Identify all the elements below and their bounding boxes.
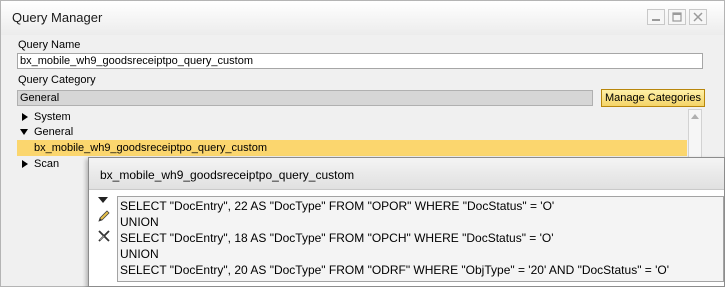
minimize-button[interactable] <box>647 9 665 25</box>
tree-item-label: System <box>34 111 71 123</box>
sql-line: UNION <box>120 215 159 229</box>
collapsed-arrow-icon[interactable] <box>21 113 29 121</box>
tree-item-label: bx_mobile_wh9_goodsreceiptpo_query_custo… <box>34 142 267 154</box>
tree-item-system[interactable]: System <box>17 109 687 125</box>
query-name-input[interactable]: bx_mobile_wh9_goodsreceiptpo_query_custo… <box>17 53 703 69</box>
expand-arrow-icon[interactable] <box>98 197 108 204</box>
sql-line: SELECT "DocEntry", 18 AS "DocType" FROM … <box>120 231 554 245</box>
maximize-button[interactable] <box>668 9 686 25</box>
title-bar: Query Manager <box>1 1 724 35</box>
maximize-icon <box>672 12 682 22</box>
popup-header: bx_mobile_wh9_goodsreceiptpo_query_custo… <box>89 158 724 190</box>
popup-title: bx_mobile_wh9_goodsreceiptpo_query_custo… <box>100 168 355 182</box>
tree-item-label: General <box>34 126 74 138</box>
query-name-label: Query Name <box>18 39 81 51</box>
scroll-up-icon[interactable] <box>691 113 699 119</box>
expanded-arrow-icon[interactable] <box>20 128 28 136</box>
tree-item-general[interactable]: General <box>17 124 687 140</box>
sql-text-area[interactable]: SELECT "DocEntry", 22 AS "DocType" FROM … <box>117 196 724 282</box>
manage-categories-button[interactable]: Manage Categories <box>601 89 705 107</box>
query-preview-popup: bx_mobile_wh9_goodsreceiptpo_query_custo… <box>88 157 725 287</box>
minimize-icon <box>652 19 660 21</box>
close-icon <box>693 12 703 22</box>
tree-item-label: Scan <box>34 158 60 170</box>
delete-icon[interactable] <box>97 229 112 243</box>
window-title: Query Manager <box>12 10 103 25</box>
close-button[interactable] <box>689 9 707 25</box>
query-category-field[interactable]: General <box>17 90 593 106</box>
collapsed-arrow-icon[interactable] <box>21 160 29 168</box>
pencil-icon[interactable] <box>97 209 111 223</box>
sql-line: UNION <box>120 247 159 261</box>
popup-toolbar <box>89 190 117 286</box>
sql-line: SELECT "DocEntry", 22 AS "DocType" FROM … <box>120 199 555 213</box>
sql-line: SELECT "DocEntry", 20 AS "DocType" FROM … <box>120 263 670 277</box>
tree-item-query-selected[interactable]: bx_mobile_wh9_goodsreceiptpo_query_custo… <box>17 140 687 156</box>
query-category-label: Query Category <box>18 74 96 86</box>
